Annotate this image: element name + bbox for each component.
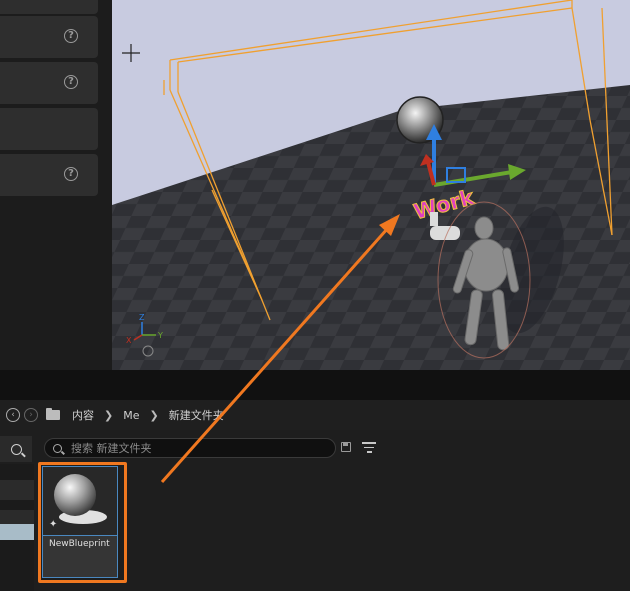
breadcrumb-item[interactable]: 内容 <box>72 407 94 423</box>
breadcrumb-item[interactable]: 新建文件夹 <box>169 407 224 423</box>
help-icon[interactable]: ? <box>64 167 78 181</box>
sources-search-button[interactable] <box>0 436 32 462</box>
back-icon[interactable]: ‹ <box>6 408 20 422</box>
help-icon[interactable]: ? <box>64 75 78 89</box>
chevron-right-icon[interactable]: ❯ <box>104 409 113 422</box>
search-input[interactable]: 搜索 新建文件夹 <box>44 438 336 458</box>
search-icon <box>53 443 62 453</box>
details-row[interactable]: ? <box>0 154 98 196</box>
svg-text:Y: Y <box>157 331 163 340</box>
svg-text:Z: Z <box>139 313 145 322</box>
details-row[interactable]: ? <box>0 16 98 58</box>
search-icon <box>10 443 22 455</box>
asset-tile[interactable]: ✦ NewBlueprint <box>42 466 118 578</box>
chevron-right-icon[interactable]: ❯ <box>149 409 158 422</box>
selected-source-row[interactable] <box>0 524 34 540</box>
details-panel: ? ? ? <box>0 0 112 370</box>
help-icon[interactable]: ? <box>64 29 78 43</box>
asset-thumbnail: ✦ <box>43 467 117 535</box>
save-search-icon[interactable] <box>341 442 351 452</box>
forward-icon[interactable]: › <box>24 408 38 422</box>
panel-separator <box>0 370 630 400</box>
details-row[interactable] <box>0 0 98 14</box>
details-row[interactable] <box>0 108 98 150</box>
level-viewport[interactable]: Work Z Y X <box>112 0 630 370</box>
blueprint-badge-icon: ✦ <box>49 519 58 530</box>
breadcrumb-item[interactable]: Me <box>123 409 139 422</box>
path-bar: ‹ › 内容 ❯ Me ❯ 新建文件夹 <box>0 400 630 430</box>
sources-row[interactable] <box>0 480 34 500</box>
search-placeholder: 搜索 新建文件夹 <box>71 442 152 455</box>
folder-icon[interactable] <box>46 408 60 420</box>
viewport-scene: Work Z Y X <box>112 0 630 370</box>
filter-icon[interactable] <box>362 442 376 454</box>
details-row[interactable]: ? <box>0 62 98 104</box>
asset-name: NewBlueprint <box>49 539 110 549</box>
svg-text:X: X <box>126 336 132 345</box>
